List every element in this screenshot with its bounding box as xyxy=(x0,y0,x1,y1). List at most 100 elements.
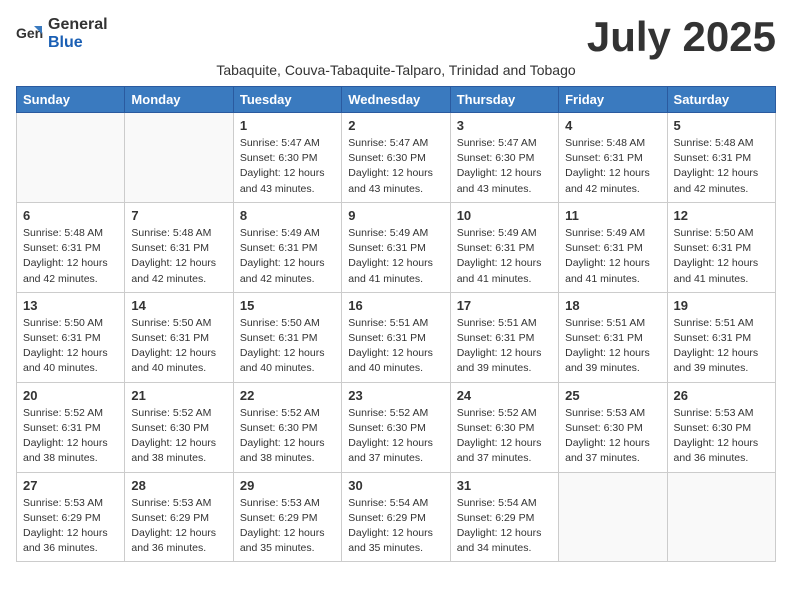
calendar-week-5: 27 Sunrise: 5:53 AMSunset: 6:29 PMDayligh… xyxy=(17,472,776,562)
calendar-cell: 4Sunrise: 5:48 AMSunset: 6:31 PMDaylight… xyxy=(559,113,667,203)
day-number: 5 xyxy=(674,118,769,133)
day-info: Sunrise: 5:53 AMSunset: 6:29 PMDaylight:… xyxy=(23,496,118,557)
calendar-cell: 10 Sunrise: 5:49 AMSunset: 6:31 PMDayligh… xyxy=(450,202,558,292)
day-info: Sunrise: 5:52 AMSunset: 6:30 PMDaylight:… xyxy=(240,406,335,467)
day-number: 15 xyxy=(240,298,335,313)
day-number: 4 xyxy=(565,118,660,133)
day-number: 14 xyxy=(131,298,226,313)
day-info: Sunrise: 5:51 AMSunset: 6:31 PMDaylight:… xyxy=(348,316,443,377)
logo: Gen General Blue xyxy=(16,16,108,51)
calendar-cell: 17 Sunrise: 5:51 AMSunset: 6:31 PMDayligh… xyxy=(450,292,558,382)
calendar-week-1: 1 Sunrise: 5:47 AMSunset: 6:30 PMDaylight… xyxy=(17,113,776,203)
day-info: Sunrise: 5:48 AMSunset: 6:31 PMDaylight:… xyxy=(674,136,769,197)
day-info: Sunrise: 5:50 AMSunset: 6:31 PMDaylight:… xyxy=(674,226,769,287)
day-number: 18 xyxy=(565,298,660,313)
day-info: Sunrise: 5:54 AMSunset: 6:29 PMDaylight:… xyxy=(457,496,552,557)
day-number: 25 xyxy=(565,388,660,403)
subtitle: Tabaquite, Couva-Tabaquite-Talparo, Trin… xyxy=(16,62,776,78)
logo-general: General xyxy=(48,16,108,34)
calendar-cell: 7Sunrise: 5:48 AMSunset: 6:31 PMDaylight… xyxy=(125,202,233,292)
day-info: Sunrise: 5:49 AMSunset: 6:31 PMDaylight:… xyxy=(348,226,443,287)
day-number: 20 xyxy=(23,388,118,403)
day-number: 26 xyxy=(674,388,769,403)
calendar-cell: 13 Sunrise: 5:50 AMSunset: 6:31 PMDayligh… xyxy=(17,292,125,382)
day-info: Sunrise: 5:52 AMSunset: 6:31 PMDaylight:… xyxy=(23,406,118,467)
day-info: Sunrise: 5:50 AMSunset: 6:31 PMDaylight:… xyxy=(240,316,335,377)
calendar-cell: 22 Sunrise: 5:52 AMSunset: 6:30 PMDayligh… xyxy=(233,382,341,472)
calendar-cell xyxy=(17,113,125,203)
calendar-cell: 9 Sunrise: 5:49 AMSunset: 6:31 PMDaylight… xyxy=(342,202,450,292)
calendar-cell: 31 Sunrise: 5:54 AMSunset: 6:29 PMDayligh… xyxy=(450,472,558,562)
day-number: 29 xyxy=(240,478,335,493)
day-info: Sunrise: 5:53 AMSunset: 6:29 PMDaylight:… xyxy=(240,496,335,557)
day-info: Sunrise: 5:51 AMSunset: 6:31 PMDaylight:… xyxy=(457,316,552,377)
calendar-cell: 8 Sunrise: 5:49 AMSunset: 6:31 PMDaylight… xyxy=(233,202,341,292)
day-number: 24 xyxy=(457,388,552,403)
day-info: Sunrise: 5:54 AMSunset: 6:29 PMDaylight:… xyxy=(348,496,443,557)
day-info: Sunrise: 5:48 AMSunset: 6:31 PMDaylight:… xyxy=(131,226,226,287)
day-info: Sunrise: 5:52 AMSunset: 6:30 PMDaylight:… xyxy=(457,406,552,467)
calendar-cell: 16 Sunrise: 5:51 AMSunset: 6:31 PMDayligh… xyxy=(342,292,450,382)
calendar-cell xyxy=(667,472,775,562)
calendar-week-4: 20 Sunrise: 5:52 AMSunset: 6:31 PMDayligh… xyxy=(17,382,776,472)
day-number: 2 xyxy=(348,118,443,133)
day-number: 28 xyxy=(131,478,226,493)
day-info: Sunrise: 5:53 AMSunset: 6:30 PMDaylight:… xyxy=(565,406,660,467)
day-number: 10 xyxy=(457,208,552,223)
day-header-sunday: Sunday xyxy=(17,87,125,113)
day-header-saturday: Saturday xyxy=(667,87,775,113)
day-info: Sunrise: 5:51 AMSunset: 6:31 PMDaylight:… xyxy=(674,316,769,377)
day-info: Sunrise: 5:50 AMSunset: 6:31 PMDaylight:… xyxy=(131,316,226,377)
day-number: 30 xyxy=(348,478,443,493)
day-info: Sunrise: 5:50 AMSunset: 6:31 PMDaylight:… xyxy=(23,316,118,377)
calendar-cell: 27 Sunrise: 5:53 AMSunset: 6:29 PMDayligh… xyxy=(17,472,125,562)
calendar-cell: 1 Sunrise: 5:47 AMSunset: 6:30 PMDaylight… xyxy=(233,113,341,203)
calendar-week-3: 13 Sunrise: 5:50 AMSunset: 6:31 PMDayligh… xyxy=(17,292,776,382)
calendar-cell: 28 Sunrise: 5:53 AMSunset: 6:29 PMDayligh… xyxy=(125,472,233,562)
calendar-cell: 23 Sunrise: 5:52 AMSunset: 6:30 PMDayligh… xyxy=(342,382,450,472)
day-number: 27 xyxy=(23,478,118,493)
calendar-cell: 24 Sunrise: 5:52 AMSunset: 6:30 PMDayligh… xyxy=(450,382,558,472)
day-info: Sunrise: 5:51 AMSunset: 6:31 PMDaylight:… xyxy=(565,316,660,377)
day-info: Sunrise: 5:49 AMSunset: 6:31 PMDaylight:… xyxy=(240,226,335,287)
day-header-monday: Monday xyxy=(125,87,233,113)
calendar-cell: 2 Sunrise: 5:47 AMSunset: 6:30 PMDaylight… xyxy=(342,113,450,203)
day-number: 23 xyxy=(348,388,443,403)
day-info: Sunrise: 5:49 AMSunset: 6:31 PMDaylight:… xyxy=(457,226,552,287)
calendar-cell: 12 Sunrise: 5:50 AMSunset: 6:31 PMDayligh… xyxy=(667,202,775,292)
day-number: 11 xyxy=(565,208,660,223)
day-info: Sunrise: 5:47 AMSunset: 6:30 PMDaylight:… xyxy=(348,136,443,197)
calendar-week-2: 6Sunrise: 5:48 AMSunset: 6:31 PMDaylight… xyxy=(17,202,776,292)
day-header-tuesday: Tuesday xyxy=(233,87,341,113)
day-number: 12 xyxy=(674,208,769,223)
calendar: SundayMondayTuesdayWednesdayThursdayFrid… xyxy=(16,86,776,562)
day-number: 22 xyxy=(240,388,335,403)
calendar-cell: 19 Sunrise: 5:51 AMSunset: 6:31 PMDayligh… xyxy=(667,292,775,382)
day-number: 19 xyxy=(674,298,769,313)
day-info: Sunrise: 5:53 AMSunset: 6:30 PMDaylight:… xyxy=(674,406,769,467)
day-info: Sunrise: 5:47 AMSunset: 6:30 PMDaylight:… xyxy=(240,136,335,197)
calendar-cell: 20 Sunrise: 5:52 AMSunset: 6:31 PMDayligh… xyxy=(17,382,125,472)
day-number: 8 xyxy=(240,208,335,223)
day-number: 9 xyxy=(348,208,443,223)
calendar-cell xyxy=(125,113,233,203)
day-info: Sunrise: 5:52 AMSunset: 6:30 PMDaylight:… xyxy=(348,406,443,467)
day-header-thursday: Thursday xyxy=(450,87,558,113)
days-header-row: SundayMondayTuesdayWednesdayThursdayFrid… xyxy=(17,87,776,113)
day-info: Sunrise: 5:52 AMSunset: 6:30 PMDaylight:… xyxy=(131,406,226,467)
calendar-cell: 11Sunrise: 5:49 AMSunset: 6:31 PMDayligh… xyxy=(559,202,667,292)
calendar-cell: 30 Sunrise: 5:54 AMSunset: 6:29 PMDayligh… xyxy=(342,472,450,562)
day-number: 1 xyxy=(240,118,335,133)
logo-blue: Blue xyxy=(48,34,108,52)
day-number: 16 xyxy=(348,298,443,313)
calendar-cell xyxy=(559,472,667,562)
calendar-cell: 6Sunrise: 5:48 AMSunset: 6:31 PMDaylight… xyxy=(17,202,125,292)
day-number: 17 xyxy=(457,298,552,313)
day-number: 31 xyxy=(457,478,552,493)
calendar-cell: 29 Sunrise: 5:53 AMSunset: 6:29 PMDayligh… xyxy=(233,472,341,562)
calendar-cell: 26 Sunrise: 5:53 AMSunset: 6:30 PMDayligh… xyxy=(667,382,775,472)
calendar-cell: 5 Sunrise: 5:48 AMSunset: 6:31 PMDaylight… xyxy=(667,113,775,203)
calendar-cell: 21Sunrise: 5:52 AMSunset: 6:30 PMDayligh… xyxy=(125,382,233,472)
day-number: 13 xyxy=(23,298,118,313)
day-info: Sunrise: 5:53 AMSunset: 6:29 PMDaylight:… xyxy=(131,496,226,557)
